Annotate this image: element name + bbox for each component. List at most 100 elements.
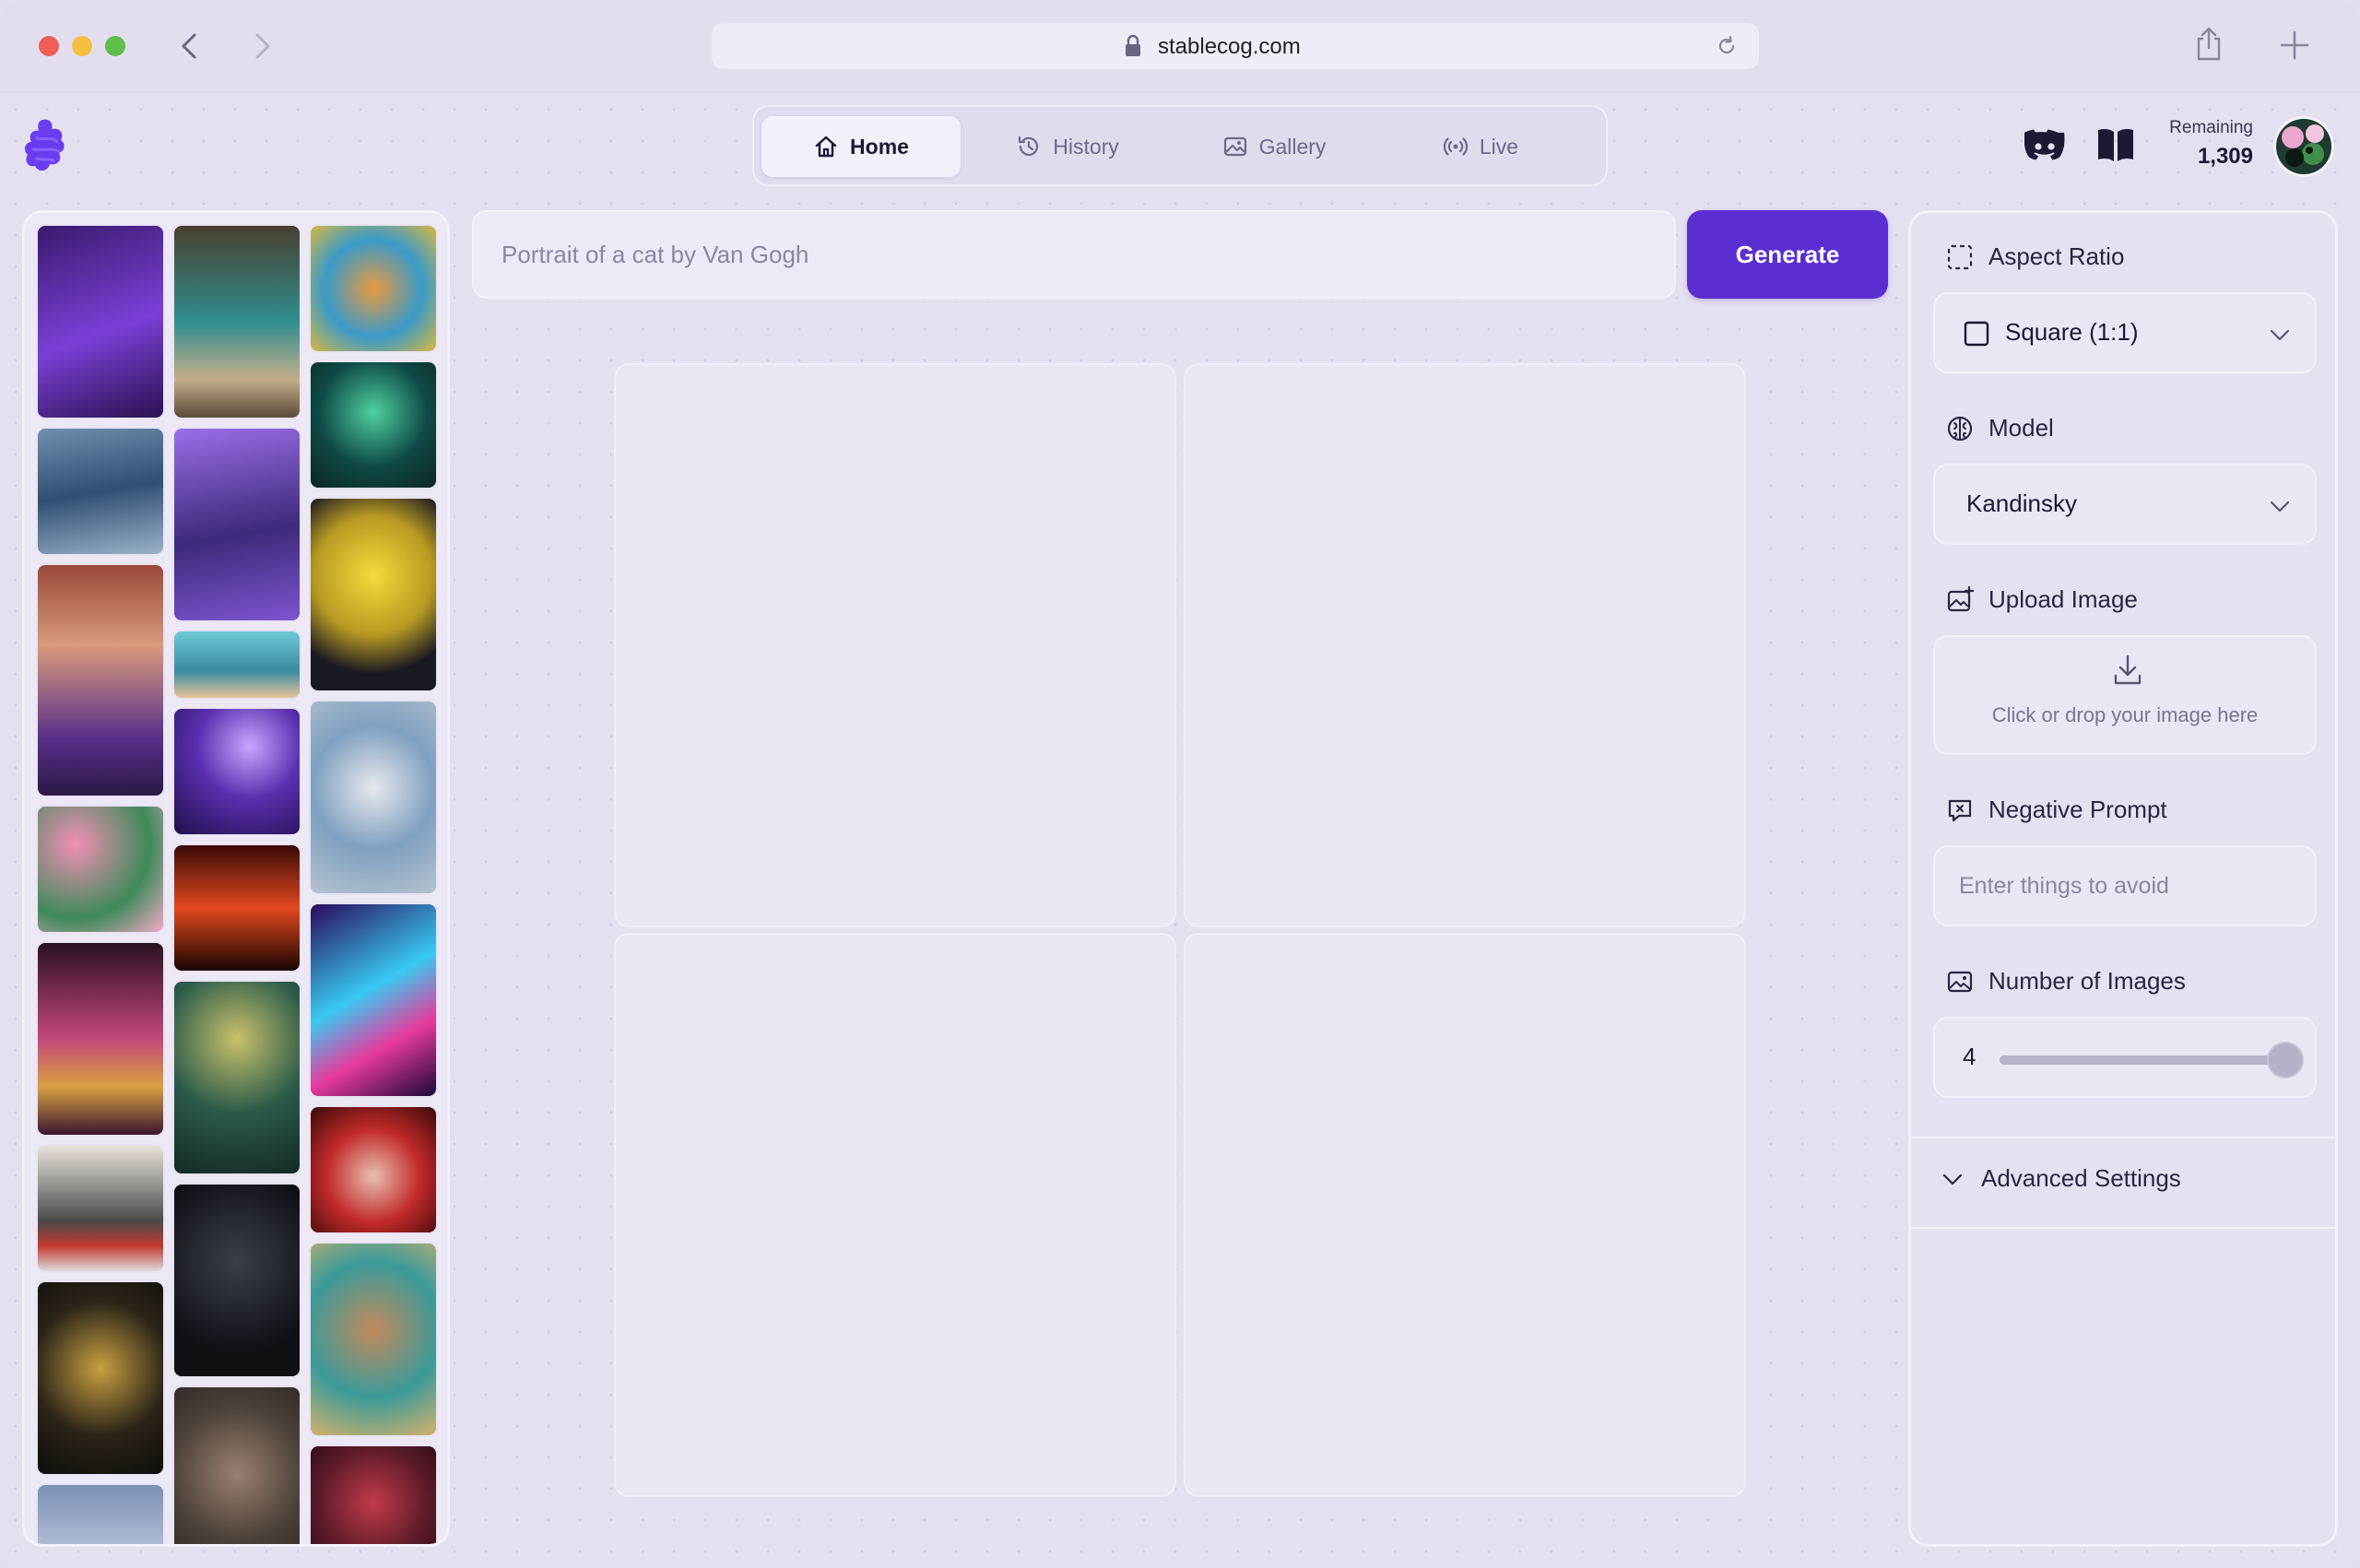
- aspect-ratio-value: Square (1:1): [2005, 318, 2139, 346]
- address-bar[interactable]: stablecog.com: [712, 23, 1759, 69]
- slider-thumb[interactable]: [2267, 1042, 2304, 1079]
- gallery-thumbnail[interactable]: [36, 805, 165, 934]
- crop-frame-icon: [1947, 244, 1973, 269]
- advanced-settings-toggle[interactable]: Advanced Settings: [1939, 1164, 2181, 1193]
- aspect-ratio-select[interactable]: Square (1:1): [1933, 292, 2317, 373]
- gallery-thumbnail[interactable]: [172, 630, 301, 700]
- broadcast-icon: [1443, 137, 1468, 156]
- lock-icon: [1126, 34, 1140, 56]
- gallery-thumbnail[interactable]: [172, 1385, 301, 1544]
- aspect-ratio-heading: Aspect Ratio: [1946, 242, 2124, 271]
- model-select[interactable]: Kandinsky: [1933, 464, 2317, 545]
- output-image-slot: [1184, 363, 1746, 927]
- tab-live-label: Live: [1479, 134, 1519, 159]
- gallery-thumbnail[interactable]: [309, 1242, 438, 1437]
- gallery-thumbnail[interactable]: [36, 1483, 165, 1544]
- chevron-down-icon: [2270, 329, 2290, 341]
- gallery-thumbnail[interactable]: [309, 1444, 438, 1544]
- output-image-slot: [614, 363, 1176, 927]
- history-icon: [1019, 136, 1039, 156]
- stablecog-logo[interactable]: [24, 118, 66, 173]
- prompt-input[interactable]: [474, 212, 1674, 297]
- zoom-window-button[interactable]: [105, 36, 125, 56]
- forward-arrow-icon[interactable]: [243, 28, 280, 65]
- minimize-window-button[interactable]: [72, 36, 92, 56]
- output-image-slot: [1184, 933, 1746, 1497]
- image-icon: [1947, 971, 1973, 992]
- new-tab-icon[interactable]: [2277, 28, 2312, 63]
- tab-history[interactable]: History: [968, 116, 1167, 177]
- gallery-thumbnail[interactable]: [309, 700, 438, 895]
- upload-image-label: Upload Image: [1988, 585, 2138, 613]
- gallery-thumbnail[interactable]: [36, 1144, 165, 1273]
- home-icon: [815, 136, 837, 158]
- output-image-slot: [614, 933, 1176, 1497]
- gallery-thumbnail[interactable]: [309, 497, 438, 692]
- settings-panel: Aspect Ratio Square (1:1) Model Kandinsk…: [1908, 210, 2338, 1547]
- reload-icon[interactable]: [1715, 34, 1739, 58]
- image-icon: [1223, 136, 1246, 157]
- tab-gallery[interactable]: Gallery: [1174, 116, 1374, 177]
- gallery-thumbnail[interactable]: [36, 941, 165, 1137]
- upload-image-heading: Upload Image: [1946, 585, 2138, 614]
- message-x-icon: [1948, 799, 1972, 821]
- tab-live[interactable]: Live: [1381, 116, 1580, 177]
- back-arrow-icon[interactable]: [171, 28, 208, 65]
- gallery-thumbnail[interactable]: [309, 224, 438, 353]
- number-of-images-control: 4: [1933, 1017, 2317, 1098]
- model-label: Model: [1988, 414, 2054, 442]
- browser-window: stablecog.com Home History Gallery Live …: [0, 0, 2360, 1568]
- slider-track[interactable]: [2000, 1055, 2285, 1065]
- prompt-box: [472, 210, 1676, 299]
- number-of-images-label: Number of Images: [1988, 967, 2186, 995]
- advanced-settings-label: Advanced Settings: [1981, 1164, 2181, 1192]
- aspect-ratio-label: Aspect Ratio: [1988, 242, 2125, 270]
- download-icon: [2114, 654, 2142, 685]
- tab-home-label: Home: [850, 134, 909, 159]
- gallery-sidebar: [22, 210, 450, 1547]
- gallery-thumbnail[interactable]: [36, 427, 165, 556]
- share-icon[interactable]: [2192, 26, 2225, 63]
- number-of-images-heading: Number of Images: [1946, 967, 2186, 996]
- browser-toolbar: stablecog.com: [0, 0, 2360, 92]
- remaining-label: Remaining: [2169, 118, 2253, 137]
- gallery-thumbnail[interactable]: [309, 902, 438, 1098]
- gallery-thumbnail[interactable]: [309, 1105, 438, 1234]
- close-window-button[interactable]: [39, 36, 59, 56]
- gallery-thumbnail[interactable]: [309, 360, 438, 489]
- gallery-thumbnail[interactable]: [172, 427, 301, 622]
- gallery-thumbnail[interactable]: [172, 1183, 301, 1378]
- negative-prompt-box: [1933, 845, 2317, 926]
- negative-prompt-heading: Negative Prompt: [1946, 796, 2167, 824]
- main-nav: Home History Gallery Live: [752, 105, 1608, 186]
- gallery-thumbnail[interactable]: [36, 563, 165, 797]
- image-dropzone[interactable]: Click or drop your image here: [1933, 635, 2317, 755]
- remaining-credits: 1,309: [2197, 144, 2253, 169]
- avatar[interactable]: [2273, 116, 2334, 177]
- tab-gallery-label: Gallery: [1258, 134, 1327, 159]
- model-heading: Model: [1946, 414, 2054, 442]
- gallery-thumbnail[interactable]: [172, 980, 301, 1175]
- tab-home[interactable]: Home: [761, 116, 961, 177]
- gallery-thumbnail[interactable]: [36, 1280, 165, 1476]
- gallery-thumbnail[interactable]: [172, 707, 301, 836]
- url-text: stablecog.com: [1158, 34, 1301, 59]
- negative-prompt-input[interactable]: [1935, 847, 2315, 925]
- generate-button[interactable]: Generate: [1687, 210, 1888, 299]
- gallery-thumbnail[interactable]: [172, 224, 301, 419]
- dropzone-hint: Click or drop your image here: [1991, 703, 2259, 726]
- tab-history-label: History: [1053, 134, 1119, 159]
- divider: [1911, 1227, 2335, 1229]
- divider: [1911, 1137, 2335, 1138]
- brain-icon: [1947, 416, 1973, 441]
- gallery-thumbnail[interactable]: [172, 843, 301, 973]
- image-add-icon: [1947, 585, 1974, 611]
- number-of-images-value: 4: [1963, 1043, 1976, 1070]
- negative-prompt-label: Negative Prompt: [1988, 796, 2167, 823]
- chevron-down-icon: [2270, 501, 2290, 513]
- gallery-thumbnail[interactable]: [36, 224, 165, 419]
- discord-icon[interactable]: [2024, 129, 2065, 160]
- slider-fill: [2000, 1055, 2285, 1065]
- avatar-image: [2276, 119, 2331, 174]
- model-value: Kandinsky: [1966, 489, 2077, 517]
